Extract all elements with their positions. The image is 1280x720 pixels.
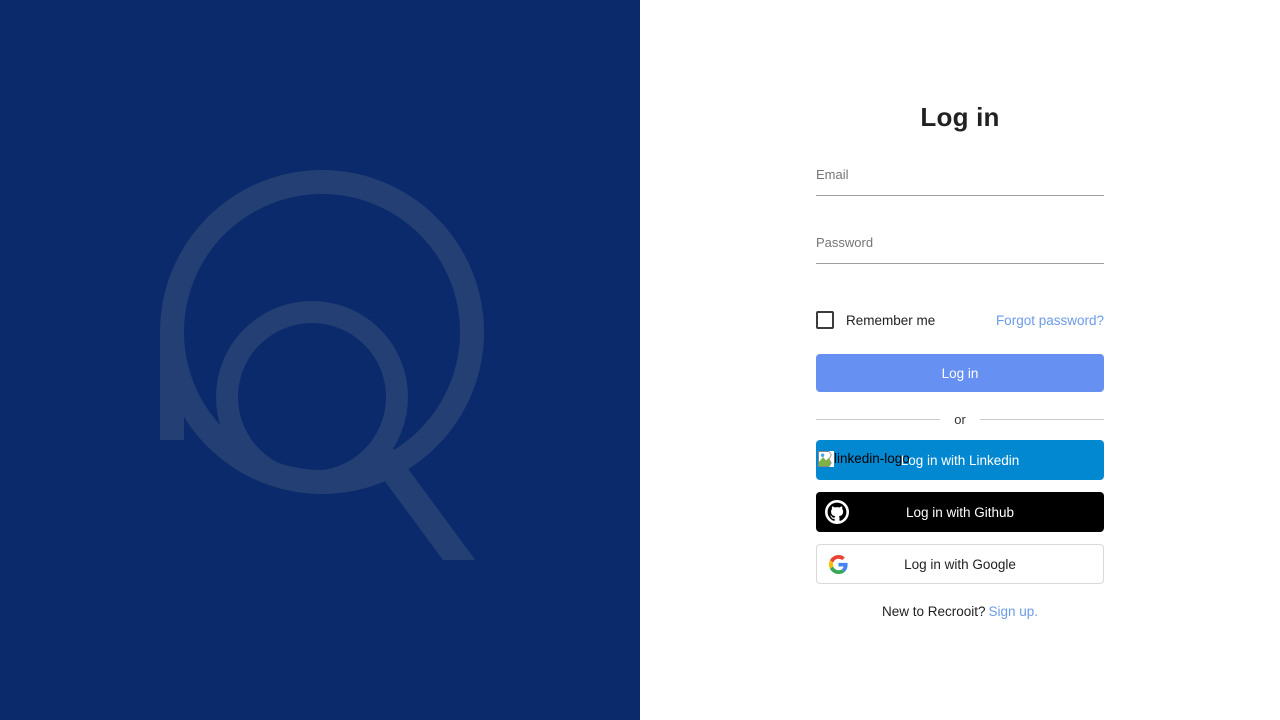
login-card: Log in Remember me Forgot password? Log …	[816, 100, 1104, 619]
brand-panel	[0, 0, 640, 720]
divider-line-left	[816, 418, 941, 420]
login-with-google-button[interactable]: Log in with Google	[816, 544, 1104, 584]
signup-link[interactable]: Sign up.	[989, 604, 1039, 619]
email-input[interactable]	[816, 158, 1104, 196]
remember-me-checkbox[interactable]	[816, 311, 834, 329]
login-with-github-label: Log in with Github	[905, 504, 1015, 520]
remember-me-label: Remember me	[846, 312, 936, 328]
github-icon	[822, 497, 852, 527]
broken-image-glyph	[818, 451, 834, 467]
recrooit-magnifier-logo-icon	[160, 170, 484, 560]
email-field-wrapper	[816, 158, 1104, 214]
login-with-google-label: Log in with Google	[904, 556, 1016, 572]
signup-row: New to Recrooit? Sign up.	[816, 604, 1104, 619]
password-field-wrapper	[816, 226, 1104, 282]
page-title: Log in	[920, 102, 1000, 132]
login-with-github-button[interactable]: Log in with Github	[816, 492, 1104, 532]
login-with-linkedin-button[interactable]: linkedin-logo Log in with Linkedin	[816, 440, 1104, 480]
or-divider: or	[816, 410, 1104, 428]
remember-row: Remember me Forgot password?	[816, 308, 1104, 332]
login-form-panel: Log in Remember me Forgot password? Log …	[640, 0, 1280, 720]
signup-prompt: New to Recrooit?	[881, 604, 986, 619]
password-input[interactable]	[816, 226, 1104, 264]
forgot-password-link[interactable]: Forgot password?	[996, 313, 1104, 328]
broken-image-icon: linkedin-logo	[818, 451, 910, 467]
login-button-label: Log in	[941, 365, 979, 381]
google-icon	[823, 549, 853, 579]
divider-label: or	[954, 411, 966, 427]
divider-line-right	[979, 418, 1104, 420]
broken-image-alt-text: linkedin-logo	[834, 451, 910, 466]
login-button[interactable]: Log in	[816, 354, 1104, 392]
login-with-linkedin-label: Log in with Linkedin	[900, 452, 1020, 468]
